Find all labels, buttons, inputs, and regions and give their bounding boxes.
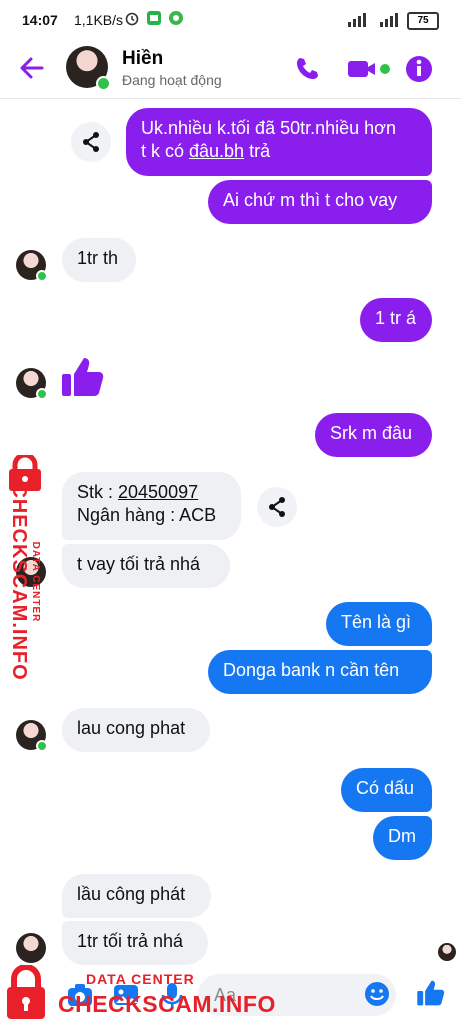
message-outgoing[interactable]: Có dấu bbox=[341, 768, 432, 812]
message-text-line: t k có đâu.bh trả bbox=[141, 140, 417, 163]
padlock-logo-icon bbox=[7, 965, 45, 1019]
notification-icon bbox=[169, 11, 183, 25]
phone-call-icon[interactable] bbox=[292, 54, 322, 84]
online-status-dot bbox=[36, 270, 48, 282]
watermark-bottom-caption: DATA CENTER bbox=[86, 971, 195, 987]
message-incoming[interactable]: t vay tối trả nhá bbox=[62, 544, 230, 588]
online-status-dot bbox=[96, 76, 111, 91]
app-notification-icon bbox=[147, 11, 161, 25]
like-thumbs-up-icon[interactable] bbox=[416, 978, 446, 1008]
message-incoming[interactable]: 1tr tối trả nhá bbox=[62, 921, 208, 965]
thumbs-up-sticker-icon[interactable] bbox=[60, 354, 106, 400]
share-icon bbox=[83, 132, 99, 152]
message-outgoing[interactable]: Dm bbox=[373, 816, 432, 860]
message-text: Stk : bbox=[77, 482, 119, 502]
info-icon[interactable] bbox=[404, 54, 434, 84]
back-arrow-icon[interactable] bbox=[18, 54, 46, 82]
message-outgoing[interactable]: Ai chứ m thì t cho vay bbox=[208, 180, 432, 224]
watermark-side: DATA CENTER CHECKSCAM.INFO bbox=[4, 455, 50, 681]
message-outgoing[interactable]: Tên là gì bbox=[326, 602, 432, 646]
message-outgoing[interactable]: 1 tr á bbox=[360, 298, 432, 342]
message-incoming[interactable]: lầu công phát bbox=[62, 874, 211, 918]
active-status: Đang hoạt động bbox=[122, 72, 222, 88]
video-call-icon[interactable] bbox=[346, 54, 392, 84]
alarm-icon bbox=[125, 12, 139, 26]
message-text: trả bbox=[244, 141, 271, 161]
watermark-side-brand: CHECKSCAM.INFO bbox=[8, 483, 30, 681]
message-link[interactable]: đâu.bh bbox=[189, 141, 244, 161]
share-button[interactable] bbox=[71, 122, 111, 162]
message-text-line: Uk.nhiều k.tối đã 50tr.nhiều hơn bbox=[141, 118, 396, 138]
status-time: 14:07 bbox=[22, 12, 58, 28]
watermark-bottom-brand: CHECKSCAM.INFO bbox=[58, 991, 276, 1017]
account-number[interactable]: 20450097 bbox=[118, 482, 198, 502]
message-text: t k có bbox=[141, 141, 190, 161]
status-network-speed: 1,1KB/s bbox=[74, 12, 124, 28]
sender-avatar bbox=[16, 933, 46, 963]
signal-sim1-icon bbox=[348, 13, 366, 27]
signal-sim2-icon bbox=[380, 13, 398, 27]
battery-indicator: 75 bbox=[407, 12, 439, 30]
message-incoming[interactable]: Stk : 20450097 Ngân hàng : ACB bbox=[62, 472, 241, 540]
share-button[interactable] bbox=[257, 487, 297, 527]
emoji-icon[interactable] bbox=[364, 981, 390, 1007]
online-status-dot bbox=[36, 740, 48, 752]
message-incoming[interactable]: lau cong phat bbox=[62, 708, 210, 752]
watermark-bottom: DATA CENTER CHECKSCAM.INFO bbox=[0, 965, 300, 1024]
message-text-line: Ngân hàng : ACB bbox=[77, 505, 217, 525]
message-outgoing[interactable]: Srk m đâu bbox=[315, 413, 432, 457]
message-outgoing[interactable]: Uk.nhiều k.tối đã 50tr.nhiều hơn t k có … bbox=[126, 108, 432, 176]
message-text-line: Stk : 20450097 bbox=[77, 481, 226, 504]
watermark-side-caption: DATA CENTER bbox=[30, 541, 41, 623]
watermark-side-text: DATA CENTER CHECKSCAM.INFO bbox=[7, 482, 41, 682]
message-outgoing[interactable]: Donga bank n cần tên bbox=[208, 650, 432, 694]
conversation-header: Hiền Đang hoạt động bbox=[0, 40, 461, 96]
status-bar: 14:07 1,1KB/s 75 bbox=[0, 0, 461, 40]
message-incoming[interactable]: 1tr th bbox=[62, 238, 136, 282]
share-icon bbox=[269, 497, 285, 517]
contact-name[interactable]: Hiền bbox=[122, 48, 163, 70]
read-receipt-avatar bbox=[438, 943, 456, 961]
online-status-dot bbox=[36, 388, 48, 400]
header-divider bbox=[0, 98, 461, 99]
